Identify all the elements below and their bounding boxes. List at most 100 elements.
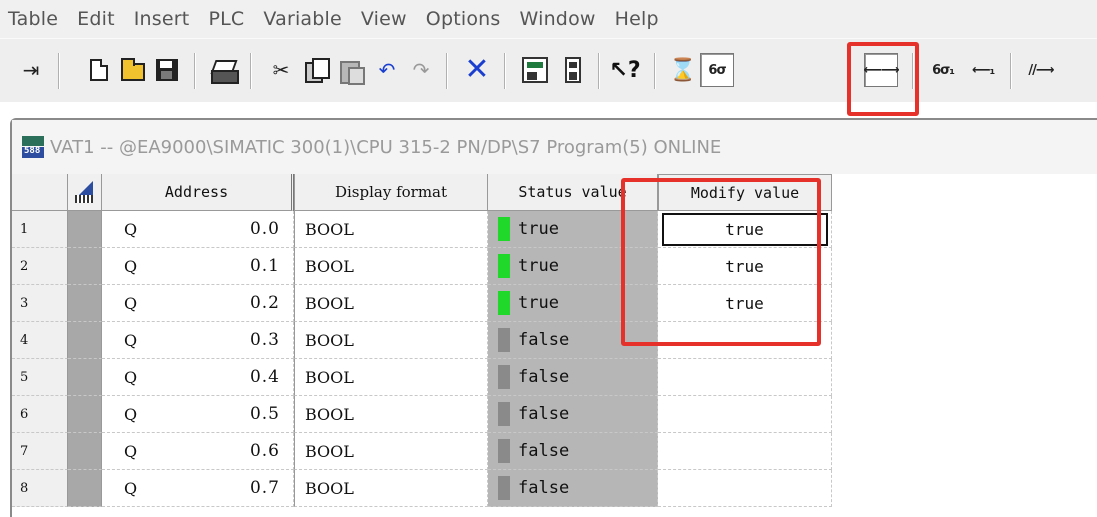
display-format-cell[interactable]: BOOL (294, 322, 488, 359)
status-led-icon (498, 476, 510, 500)
modify-value-cell[interactable] (658, 359, 832, 396)
address-cell[interactable]: Q 0.5 (102, 396, 294, 433)
row-symbol-cell (68, 248, 102, 285)
modify-value-cell[interactable] (658, 396, 832, 433)
table-row[interactable]: 7 Q 0.6 BOOL false (12, 433, 832, 470)
modify-value-header[interactable]: Modify value (658, 174, 832, 211)
address-value: 0.2 (249, 293, 280, 313)
status-value-cell: false (488, 359, 658, 396)
address-cell[interactable]: Q 0.0 (102, 211, 294, 248)
row-number: 6 (12, 396, 68, 433)
toolbar-separator (504, 53, 506, 89)
status-led-icon (498, 402, 510, 426)
display-format-cell[interactable]: BOOL (294, 285, 488, 322)
delete-icon[interactable]: ✕ (460, 53, 494, 87)
menu-help[interactable]: Help (615, 8, 659, 30)
modify-value-cell[interactable] (658, 322, 832, 359)
display-format-cell[interactable]: BOOL (294, 433, 488, 470)
address-area: Q (124, 330, 138, 350)
menu-edit[interactable]: Edit (77, 8, 115, 30)
address-area: Q (124, 256, 138, 276)
whats-this-icon[interactable]: ↖? (608, 53, 642, 87)
address-value: 0.3 (249, 330, 280, 350)
redo-icon[interactable]: ↷ (404, 53, 438, 87)
update-monitor-icon[interactable]: 6σ₁ (926, 53, 960, 87)
toolbar-separator (446, 53, 448, 89)
monitor-variable-icon[interactable]: 6σ (700, 53, 734, 87)
print-icon[interactable] (206, 53, 240, 87)
status-led-icon (498, 291, 510, 315)
undo-icon[interactable]: ↶ (370, 53, 404, 87)
address-cell[interactable]: Q 0.3 (102, 322, 294, 359)
cut-icon[interactable]: ✂ (264, 53, 298, 87)
modify-once-label: ⟵₁ (971, 62, 995, 78)
table-row[interactable]: 3 Q 0.2 BOOL true true (12, 285, 832, 322)
new-icon[interactable] (82, 53, 116, 87)
address-cell[interactable]: Q 0.7 (102, 470, 294, 507)
save-icon[interactable] (150, 53, 184, 87)
address-area: Q (124, 293, 138, 313)
row-number: 2 (12, 248, 68, 285)
display-format-cell[interactable]: BOOL (294, 396, 488, 433)
address-cell[interactable]: Q 0.2 (102, 285, 294, 322)
modify-value-cell[interactable] (658, 470, 832, 507)
status-value-header[interactable]: Status value (488, 174, 658, 211)
vat-table-icon: 588 (22, 136, 44, 158)
address-area: Q (124, 441, 138, 461)
status-value-text: false (518, 404, 570, 424)
display-format-cell[interactable]: BOOL (294, 470, 488, 507)
accessible-nodes-icon[interactable] (518, 53, 552, 87)
pin-icon[interactable]: ⇥ (14, 53, 48, 87)
address-cell[interactable]: Q 0.4 (102, 359, 294, 396)
monitor-icon[interactable]: ⌛ (666, 53, 700, 87)
copy-icon[interactable] (298, 53, 332, 87)
address-cell[interactable]: Q 0.1 (102, 248, 294, 285)
modify-value-cell[interactable]: true (658, 285, 832, 322)
row-number: 5 (12, 359, 68, 396)
activate-modify-icon[interactable]: ⟵₁ (966, 53, 1000, 87)
table-row[interactable]: 1 Q 0.0 BOOL true true (12, 211, 832, 248)
table-row[interactable]: 5 Q 0.4 BOOL false (12, 359, 832, 396)
enable-peripheral-label: //⟶ (1028, 62, 1054, 78)
menu-table[interactable]: Table (8, 8, 58, 30)
menu-insert[interactable]: Insert (134, 8, 190, 30)
status-value-text: true (518, 293, 559, 313)
toolbar-separator (194, 53, 196, 89)
menu-window[interactable]: Window (520, 8, 596, 30)
cpu-icon[interactable] (556, 53, 590, 87)
table-row[interactable]: 8 Q 0.7 BOOL false (12, 470, 832, 507)
open-folder-icon[interactable] (116, 53, 150, 87)
modify-value-input[interactable]: true (661, 212, 828, 246)
menu-plc[interactable]: PLC (208, 8, 244, 30)
table-row[interactable]: 6 Q 0.5 BOOL false (12, 396, 832, 433)
menu-variable[interactable]: Variable (263, 8, 342, 30)
address-value: 0.1 (249, 256, 280, 276)
row-symbol-cell (68, 470, 102, 507)
modify-value-cell[interactable] (658, 433, 832, 470)
address-value: 0.4 (249, 367, 280, 387)
display-format-cell[interactable]: BOOL (294, 211, 488, 248)
header-symbol-cell (68, 174, 102, 211)
table-row[interactable]: 2 Q 0.1 BOOL true true (12, 248, 832, 285)
menu-options[interactable]: Options (426, 8, 501, 30)
modify-value-cell[interactable]: true (658, 211, 832, 248)
table-row[interactable]: 4 Q 0.3 BOOL false (12, 322, 832, 359)
menu-view[interactable]: View (361, 8, 407, 30)
table-header: Address Display format Status value Modi… (12, 174, 832, 211)
row-symbol-cell (68, 285, 102, 322)
paste-icon[interactable] (334, 53, 368, 87)
address-header[interactable]: Address (102, 174, 294, 211)
status-value-text: true (518, 256, 559, 276)
enable-peripheral-icon[interactable]: //⟶ (1024, 53, 1058, 87)
modify-value-cell[interactable]: true (658, 248, 832, 285)
display-format-header[interactable]: Display format (294, 174, 488, 211)
row-number: 1 (12, 211, 68, 248)
row-symbol-cell (68, 211, 102, 248)
status-value-text: false (518, 367, 570, 387)
row-symbol-cell (68, 396, 102, 433)
display-format-cell[interactable]: BOOL (294, 248, 488, 285)
display-format-cell[interactable]: BOOL (294, 359, 488, 396)
address-cell[interactable]: Q 0.6 (102, 433, 294, 470)
modify-variable-icon[interactable]: ⟵⟶ (863, 53, 900, 87)
status-value-cell: true (488, 211, 658, 248)
